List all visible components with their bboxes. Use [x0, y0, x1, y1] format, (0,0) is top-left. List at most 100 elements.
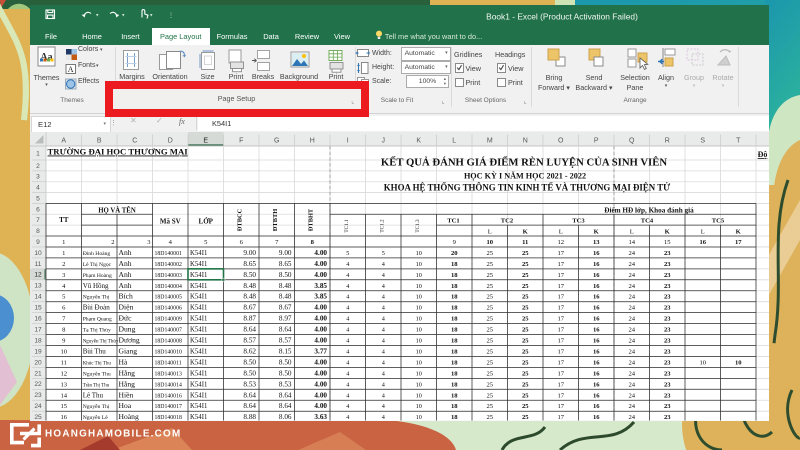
svg-text:10: 10 — [416, 381, 422, 388]
svg-text:23: 23 — [664, 283, 671, 290]
svg-text:HỌ VÀ TÊN: HỌ VÀ TÊN — [98, 206, 136, 214]
svg-text:K54I1: K54I1 — [190, 338, 207, 345]
svg-text:Độ: Độ — [758, 150, 768, 159]
svg-text:25: 25 — [522, 414, 529, 420]
svg-text:17: 17 — [557, 294, 564, 301]
svg-text:18: 18 — [451, 316, 458, 323]
svg-text:Tạ Thị Thùy: Tạ Thị Thùy — [83, 328, 111, 334]
svg-text:25: 25 — [486, 348, 493, 355]
svg-text:18: 18 — [451, 348, 458, 355]
svg-text:18: 18 — [451, 338, 458, 345]
svg-text:24: 24 — [628, 403, 635, 410]
svg-text:4: 4 — [346, 294, 349, 301]
svg-text:18: 18 — [34, 337, 42, 344]
svg-text:8.67: 8.67 — [279, 304, 292, 312]
svg-text:24: 24 — [628, 294, 635, 301]
svg-text:20: 20 — [451, 250, 458, 257]
svg-text:4: 4 — [382, 359, 385, 366]
svg-text:4: 4 — [346, 272, 349, 279]
svg-text:24: 24 — [628, 381, 635, 388]
svg-text:4.00: 4.00 — [314, 326, 327, 334]
svg-text:8.48: 8.48 — [243, 293, 256, 301]
svg-text:10: 10 — [699, 359, 706, 366]
svg-text:TRƯỜNG ĐẠI HỌC THƯƠNG MẠI: TRƯỜNG ĐẠI HỌC THƯƠNG MẠI — [48, 147, 189, 157]
svg-text:4.00: 4.00 — [314, 249, 327, 257]
svg-text:24: 24 — [628, 348, 635, 355]
svg-text:TC1: TC1 — [447, 218, 459, 225]
svg-text:10: 10 — [416, 327, 422, 334]
svg-text:25: 25 — [486, 338, 493, 345]
svg-text:25: 25 — [486, 283, 493, 290]
svg-text:23: 23 — [664, 370, 671, 377]
svg-text:Hà: Hà — [119, 357, 128, 366]
svg-text:17: 17 — [557, 403, 564, 410]
svg-text:Mã SV: Mã SV — [160, 218, 181, 226]
svg-text:24: 24 — [628, 327, 635, 334]
svg-text:4: 4 — [382, 403, 385, 410]
svg-text:Hằng: Hằng — [119, 368, 136, 377]
svg-text:24: 24 — [628, 283, 635, 290]
svg-text:24: 24 — [628, 338, 635, 345]
svg-text:18: 18 — [451, 272, 458, 279]
svg-text:10: 10 — [416, 261, 422, 268]
svg-text:10: 10 — [416, 250, 422, 257]
svg-text:8.06: 8.06 — [279, 413, 292, 420]
svg-text:K54I1: K54I1 — [190, 272, 207, 279]
svg-text:18D140008: 18D140008 — [155, 339, 182, 345]
svg-text:I: I — [347, 138, 349, 145]
svg-text:1: 1 — [62, 250, 65, 257]
svg-text:17: 17 — [557, 272, 564, 279]
svg-text:Anh: Anh — [119, 270, 132, 279]
svg-text:25: 25 — [486, 370, 493, 377]
svg-text:A: A — [61, 138, 66, 145]
svg-text:1: 1 — [62, 239, 65, 246]
svg-text:KHOA HỆ THỐNG THÔNG TIN KINH T: KHOA HỆ THỐNG THÔNG TIN KINH TẾ VÀ THƯƠN… — [384, 183, 670, 193]
svg-text:18D140006: 18D140006 — [155, 306, 182, 312]
svg-text:K: K — [594, 229, 600, 236]
svg-text:11: 11 — [522, 239, 528, 246]
svg-text:ĐTBHT: ĐTBHT — [307, 208, 314, 231]
svg-text:K54I1: K54I1 — [190, 250, 207, 257]
svg-text:Hoa: Hoa — [119, 401, 132, 410]
svg-text:24: 24 — [628, 316, 635, 323]
svg-text:Hoàng: Hoàng — [119, 412, 139, 420]
svg-text:Hằng: Hằng — [119, 379, 136, 388]
svg-text:25: 25 — [522, 392, 529, 399]
svg-text:Trần Thị Thu: Trần Thị Thu — [83, 383, 110, 388]
svg-text:4: 4 — [382, 370, 385, 377]
svg-text:Khúc Thị Thu: Khúc Thị Thu — [83, 361, 112, 366]
svg-text:4: 4 — [382, 392, 385, 399]
svg-text:3.63: 3.63 — [314, 413, 327, 420]
svg-text:17: 17 — [557, 316, 564, 323]
svg-text:4.00: 4.00 — [314, 380, 327, 388]
svg-text:15: 15 — [34, 305, 42, 312]
svg-text:8.50: 8.50 — [243, 369, 256, 377]
svg-text:Phạm Hoàng: Phạm Hoàng — [83, 273, 112, 279]
svg-text:16: 16 — [593, 348, 600, 355]
svg-text:25: 25 — [522, 338, 529, 345]
svg-text:10: 10 — [416, 294, 422, 301]
svg-text:4: 4 — [346, 283, 349, 290]
svg-text:8.50: 8.50 — [279, 369, 292, 377]
svg-text:3.77: 3.77 — [314, 347, 327, 355]
svg-text:6: 6 — [36, 206, 40, 213]
svg-text:T: T — [736, 138, 741, 145]
svg-text:17: 17 — [557, 250, 564, 257]
svg-text:Q: Q — [629, 138, 635, 145]
svg-text:18: 18 — [451, 305, 458, 312]
svg-text:4: 4 — [346, 348, 349, 355]
svg-text:18D140003: 18D140003 — [155, 273, 182, 279]
svg-text:4: 4 — [382, 338, 385, 345]
svg-text:25: 25 — [486, 250, 493, 257]
svg-text:23: 23 — [664, 348, 671, 355]
svg-text:8.88: 8.88 — [243, 413, 256, 420]
svg-text:K54I1: K54I1 — [190, 305, 207, 312]
svg-text:23: 23 — [664, 305, 671, 312]
svg-text:4.00: 4.00 — [314, 315, 327, 323]
svg-text:18D140005: 18D140005 — [155, 295, 182, 301]
svg-text:J: J — [382, 138, 386, 145]
svg-text:18D140010: 18D140010 — [155, 349, 182, 355]
svg-text:Anh: Anh — [119, 281, 132, 290]
svg-text:18: 18 — [451, 381, 458, 388]
svg-text:18D140007: 18D140007 — [155, 328, 182, 334]
